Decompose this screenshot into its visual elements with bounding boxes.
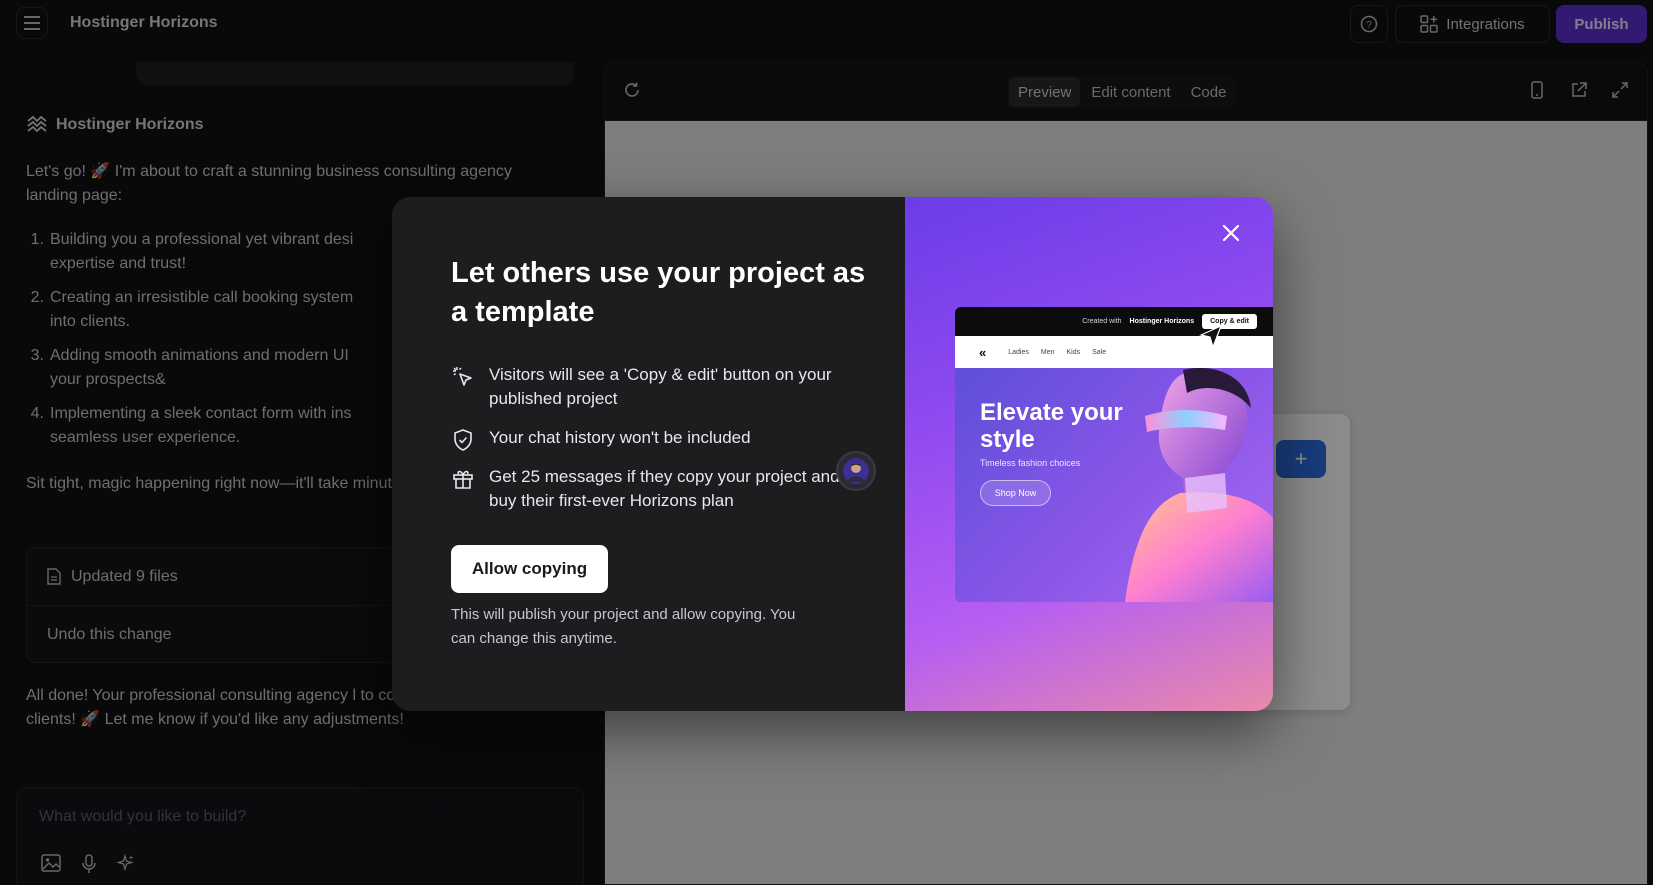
user-avatar bbox=[836, 451, 876, 491]
user-avatar-icon bbox=[843, 458, 869, 484]
mock-nav: « Ladies Men Kids Sale bbox=[955, 336, 1273, 368]
mock-nav-item: Sale bbox=[1092, 348, 1107, 356]
pointer-cursor-icon bbox=[1199, 324, 1223, 349]
close-button[interactable] bbox=[1217, 219, 1245, 247]
feature-chat-history: Your chat history won't be included bbox=[451, 426, 851, 452]
mock-nav-item: Men bbox=[1040, 348, 1055, 356]
modal-title: Let others use your project as a templat… bbox=[451, 257, 866, 328]
gift-icon bbox=[453, 470, 473, 489]
shield-check-icon bbox=[454, 429, 472, 451]
feature-reward: Get 25 messages if they copy your projec… bbox=[451, 465, 851, 513]
mock-created-with: Created with bbox=[1082, 318, 1122, 325]
template-preview-mockup: Created with Hostinger Horizons Copy & e… bbox=[955, 307, 1273, 602]
mock-shop-button: Shop Now bbox=[980, 480, 1051, 506]
mock-hero: Elevate your style Timeless fashion choi… bbox=[955, 368, 1273, 602]
mock-nav-item: Kids bbox=[1066, 348, 1081, 356]
mock-nav-item: Ladies bbox=[1008, 348, 1029, 356]
mock-subheading: Timeless fashion choices bbox=[980, 458, 1081, 468]
modal-note: This will publish your project and allow… bbox=[451, 606, 796, 647]
modal-content: Let others use your project as a templat… bbox=[392, 197, 905, 711]
feature-copy-edit: Visitors will see a 'Copy & edit' button… bbox=[451, 363, 851, 411]
allow-copying-button[interactable]: Allow copying bbox=[451, 545, 608, 593]
cursor-sparkle-icon bbox=[453, 367, 472, 386]
mock-brand: Hostinger Horizons bbox=[1129, 318, 1195, 325]
feature-text: Your chat history won't be included bbox=[489, 428, 751, 447]
feature-text: Get 25 messages if they copy your projec… bbox=[489, 467, 840, 510]
mock-logo: « bbox=[979, 344, 987, 360]
template-modal: Let others use your project as a templat… bbox=[392, 197, 1273, 711]
mock-heading: Elevate your style bbox=[980, 399, 1123, 453]
modal-illustration: Created with Hostinger Horizons Copy & e… bbox=[905, 197, 1273, 711]
feature-text: Visitors will see a 'Copy & edit' button… bbox=[489, 365, 832, 408]
mock-topbar: Created with Hostinger Horizons Copy & e… bbox=[955, 307, 1273, 336]
close-icon bbox=[1222, 224, 1240, 242]
